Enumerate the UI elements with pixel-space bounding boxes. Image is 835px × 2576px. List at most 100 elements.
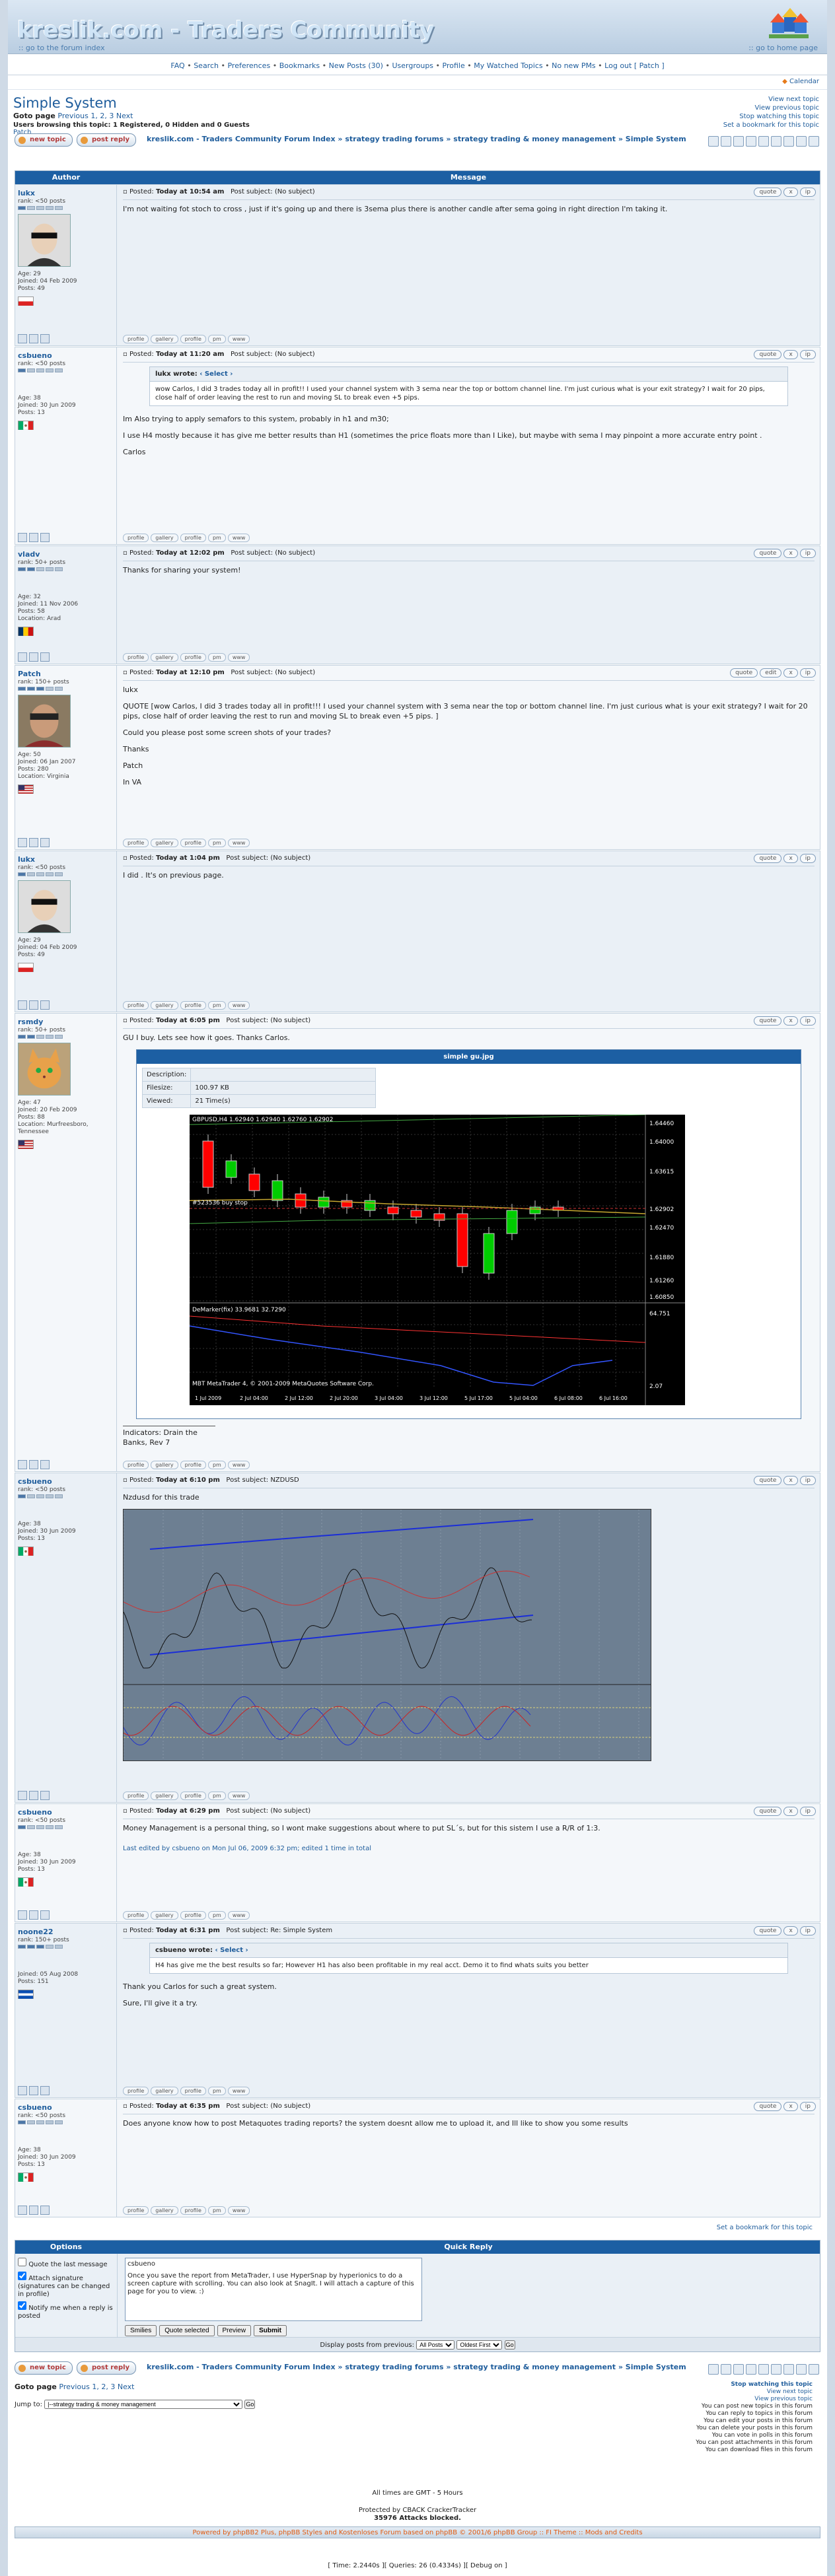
author-name[interactable]: csbueno <box>18 1808 114 1817</box>
delete-button[interactable]: x <box>783 350 798 359</box>
gallery-button[interactable]: gallery <box>151 1911 178 1920</box>
gallery-button[interactable]: gallery <box>151 2087 178 2095</box>
pm-button[interactable]: pm <box>207 1792 226 1800</box>
pm-icon[interactable] <box>29 1791 38 1800</box>
author-name[interactable]: csbueno <box>18 1477 114 1486</box>
profile-button[interactable]: profile <box>123 2206 149 2215</box>
profile-button[interactable]: profile <box>123 1001 149 1010</box>
home-icon[interactable] <box>796 2364 807 2375</box>
profile-button[interactable]: profile <box>123 335 149 343</box>
quote-selected-button[interactable]: Quote selected <box>159 2325 215 2336</box>
breadcrumb-bottom[interactable]: kreslik.com - Traders Community Forum In… <box>147 2363 688 2372</box>
gallery-button[interactable]: gallery <box>151 335 178 343</box>
profile-button[interactable]: profile <box>123 1792 149 1800</box>
profile-button[interactable]: profile <box>123 653 149 662</box>
new-topic-button[interactable]: new topic <box>15 133 73 147</box>
author-name[interactable]: csbueno <box>18 2103 114 2112</box>
new-topic-button-bottom[interactable]: new topic <box>15 2361 73 2375</box>
goto-next-bottom[interactable]: Next <box>118 2383 135 2391</box>
help-icon[interactable] <box>771 136 781 147</box>
profile-button[interactable]: profile <box>180 839 206 847</box>
gallery-button[interactable]: gallery <box>151 653 178 662</box>
nav-bookmarks[interactable]: Bookmarks <box>279 61 320 70</box>
pm-icon[interactable] <box>29 1460 38 1469</box>
quote-button[interactable]: quote <box>754 549 782 558</box>
smilies-button[interactable]: Smilies <box>125 2325 157 2336</box>
view-previous-bottom[interactable]: View previous topic <box>754 2396 813 2402</box>
stop-watching-bottom[interactable]: Stop watching this topic <box>731 2381 813 2388</box>
gallery-button[interactable]: gallery <box>151 839 178 847</box>
up-icon[interactable] <box>809 136 819 147</box>
profile-button[interactable]: profile <box>180 1911 206 1920</box>
pm-icon[interactable] <box>29 652 38 662</box>
delete-button[interactable]: x <box>783 2102 798 2111</box>
profile-icon[interactable] <box>18 1000 27 1010</box>
site-logo[interactable]: kreslik.com - Traders Community <box>17 17 434 44</box>
attachment-title[interactable]: simple gu.jpg <box>137 1050 801 1064</box>
pm-icon[interactable] <box>29 2206 38 2215</box>
profile-button[interactable]: profile <box>180 534 206 542</box>
goto-pages[interactable]: 1, 2, 3 <box>91 112 114 120</box>
ip-button[interactable]: ip <box>799 188 816 197</box>
nav-profile[interactable]: Profile <box>443 61 465 70</box>
profile-icon[interactable] <box>18 838 27 847</box>
view-next-topic[interactable]: View next topic <box>768 96 819 103</box>
profile-button[interactable]: profile <box>123 2087 149 2095</box>
pm-button[interactable]: pm <box>207 1911 226 1920</box>
profile-icon[interactable] <box>18 1460 27 1469</box>
profile-button[interactable]: profile <box>180 2087 206 2095</box>
bookmark-icon[interactable] <box>733 2364 744 2375</box>
view-next-bottom[interactable]: View next topic <box>767 2388 813 2395</box>
nav-preferences[interactable]: Preferences <box>227 61 270 70</box>
submit-button[interactable]: Submit <box>254 2325 287 2336</box>
star-icon[interactable] <box>783 2364 794 2375</box>
order-select[interactable]: Oldest First <box>456 2340 503 2350</box>
email-icon[interactable] <box>721 2364 731 2375</box>
goto-prev[interactable]: Previous <box>57 112 89 120</box>
profile-icon[interactable] <box>18 2086 27 2095</box>
jump-go-button[interactable]: Go <box>244 2400 256 2409</box>
nav-logout[interactable]: Log out [ Patch ] <box>604 61 664 70</box>
post-reply-button-bottom[interactable]: post reply <box>77 2361 137 2375</box>
gallery-button[interactable]: gallery <box>151 2206 178 2215</box>
quote-button[interactable]: quote <box>754 854 782 863</box>
goto-next[interactable]: Next <box>116 112 133 120</box>
breadcrumb[interactable]: kreslik.com - Traders Community Forum In… <box>147 135 688 144</box>
delete-button[interactable]: x <box>783 549 798 558</box>
message-textarea[interactable]: csbueno Once you save the report from Me… <box>125 2258 422 2321</box>
goto-prev-bottom[interactable]: Previous <box>59 2383 90 2391</box>
ip-button[interactable]: ip <box>799 854 816 863</box>
rss-icon[interactable] <box>746 136 756 147</box>
www-button[interactable]: www <box>227 1911 250 1920</box>
pm-button[interactable]: pm <box>207 2087 226 2095</box>
www-button[interactable]: www <box>227 653 250 662</box>
author-name[interactable]: Patch <box>18 670 114 678</box>
set-bookmark[interactable]: Set a bookmark for this topic <box>723 122 819 129</box>
www-button[interactable]: www <box>227 1461 250 1469</box>
pm-icon[interactable] <box>29 533 38 542</box>
quote-button[interactable]: quote <box>754 1476 782 1485</box>
pm-button[interactable]: pm <box>207 534 226 542</box>
quote-button[interactable]: quote <box>754 350 782 359</box>
home-icon[interactable] <box>768 5 810 41</box>
profile-icon[interactable] <box>18 1910 27 1920</box>
jump-select[interactable]: |--strategy trading & money management <box>44 2400 243 2409</box>
quote-button[interactable]: quote <box>754 1807 782 1816</box>
www-button[interactable]: www <box>227 2206 250 2215</box>
profile-button[interactable]: profile <box>180 2206 206 2215</box>
bookmark-icon[interactable] <box>733 136 744 147</box>
author-name[interactable]: lukx <box>18 189 114 197</box>
nav-search[interactable]: Search <box>194 61 219 70</box>
search-icon[interactable] <box>758 136 769 147</box>
profile-button[interactable]: profile <box>123 839 149 847</box>
profile-icon[interactable] <box>18 652 27 662</box>
search-icon[interactable] <box>758 2364 769 2375</box>
pm-icon[interactable] <box>29 1000 38 1010</box>
nav-usergroups[interactable]: Usergroups <box>392 61 433 70</box>
gallery-button[interactable]: gallery <box>151 1792 178 1800</box>
goto-pages-bottom[interactable]: 1, 2, 3 <box>92 2383 115 2391</box>
nav-pms[interactable]: No new PMs <box>552 61 596 70</box>
ip-button[interactable]: ip <box>799 2102 816 2111</box>
author-name[interactable]: csbueno <box>18 351 114 360</box>
gallery-button[interactable]: gallery <box>151 1461 178 1469</box>
